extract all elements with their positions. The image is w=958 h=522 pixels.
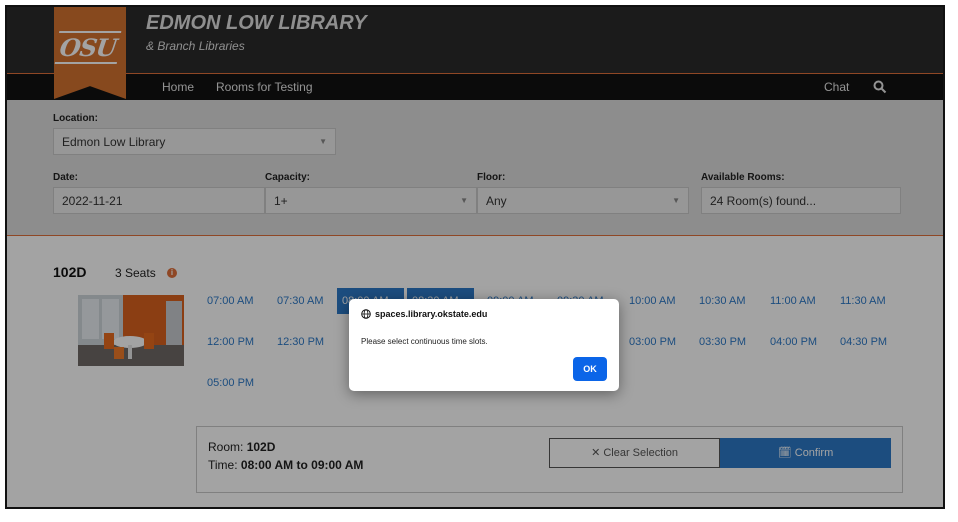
dialog-origin-text: spaces.library.okstate.edu — [375, 309, 488, 319]
dialog-ok-button[interactable]: OK — [573, 357, 607, 381]
dialog-message: Please select continuous time slots. — [361, 337, 488, 346]
dialog-origin: spaces.library.okstate.edu — [361, 309, 487, 319]
globe-icon — [361, 309, 371, 319]
browser-viewport: OSU EDMON LOW LIBRARY & Branch Libraries… — [5, 5, 945, 509]
modal-backdrop — [7, 7, 943, 507]
alert-dialog: spaces.library.okstate.edu Please select… — [349, 299, 619, 391]
